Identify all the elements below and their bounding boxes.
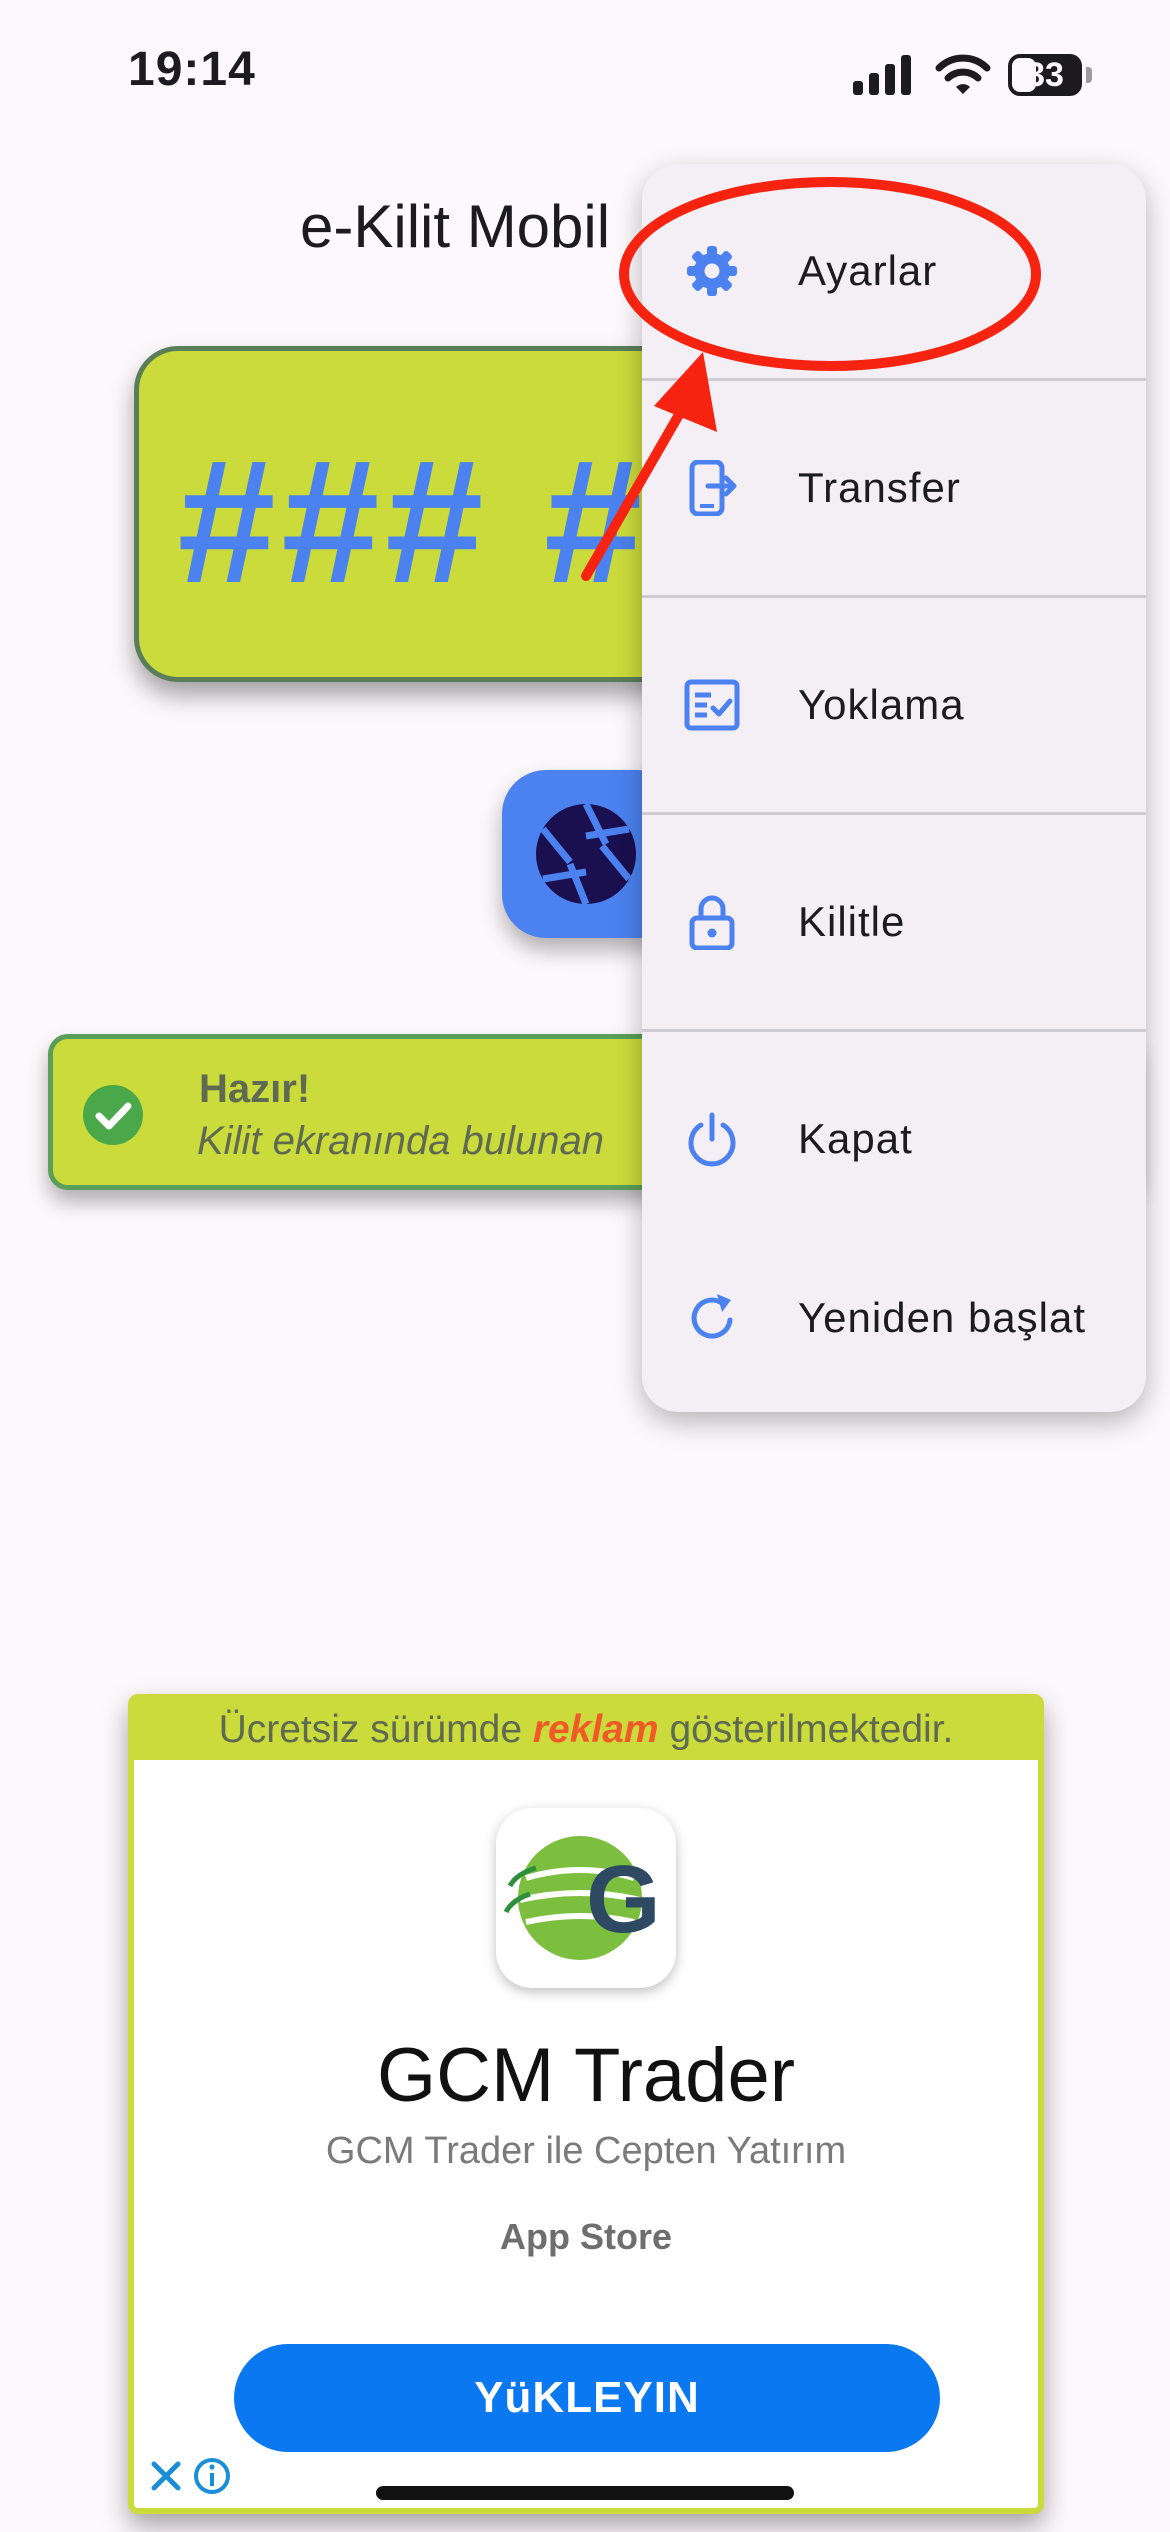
menu-item-label: Yeniden başlat [798, 1294, 1087, 1341]
menu-item-kilitle[interactable]: Kilitle [642, 815, 1146, 1029]
phone-transfer-icon [689, 460, 737, 516]
wifi-icon [935, 54, 991, 94]
ad-notice: Ücretsiz sürümde reklam gösterilmektedir… [134, 1700, 1038, 1760]
lock-code: ### # [175, 424, 646, 620]
battery-icon: 33 [1008, 54, 1092, 96]
menu-item-label: Kilitle [798, 898, 906, 945]
menu-item-label: Transfer [798, 464, 961, 511]
menu-item-kapat[interactable]: Kapat [642, 1032, 1146, 1246]
ad-store: App Store [499, 2216, 672, 2257]
menu-item-label: Kapat [798, 1115, 913, 1162]
refresh-icon [691, 1294, 733, 1339]
signal-icon [853, 55, 911, 95]
globe-logo-icon: G [503, 1836, 661, 1960]
ad-close-icon[interactable] [146, 2456, 186, 2496]
menu-item-label: Ayarlar [798, 247, 938, 294]
menu-item-yoklama[interactable]: Yoklama [642, 598, 1146, 812]
menu-item-yeniden-baslat[interactable]: Yeniden başlat [642, 1234, 1146, 1402]
ad-app-name[interactable]: GCM Trader [134, 2032, 1038, 2119]
lock-icon [689, 895, 735, 950]
ad-install-button[interactable]: YüKLEYIN [234, 2344, 940, 2452]
page-title: e-Kilit Mobil [300, 193, 611, 260]
ad-notice-highlight: reklam [532, 1708, 659, 1751]
power-icon [688, 1112, 736, 1167]
ad-description: GCM Trader ile Cepten Yatırım [325, 2130, 847, 2172]
home-indicator [376, 2486, 794, 2500]
menu-item-label: Yoklama [798, 681, 965, 728]
status-message: Kilit ekranında bulunan [197, 1119, 604, 1163]
check-circle-icon [83, 1085, 143, 1145]
status-title: Hazır! [199, 1067, 311, 1111]
menu-item-transfer[interactable]: Transfer [642, 381, 1146, 595]
overflow-menu: Ayarlar Transfer Yoklama Kilitle Kapat Y… [642, 164, 1146, 1412]
ad-app-logo[interactable]: G [496, 1808, 676, 1988]
svg-text:G: G [586, 1846, 661, 1953]
status-time: 19:14 [128, 43, 256, 96]
battery-level: 33 [1026, 56, 1064, 94]
menu-item-ayarlar[interactable]: Ayarlar [642, 164, 1146, 378]
ad-info-icon[interactable] [192, 2456, 232, 2496]
checklist-icon [684, 679, 740, 731]
gear-icon [687, 246, 737, 296]
ad-banner[interactable]: Ücretsiz sürümde reklam gösterilmektedir… [128, 1694, 1044, 2514]
